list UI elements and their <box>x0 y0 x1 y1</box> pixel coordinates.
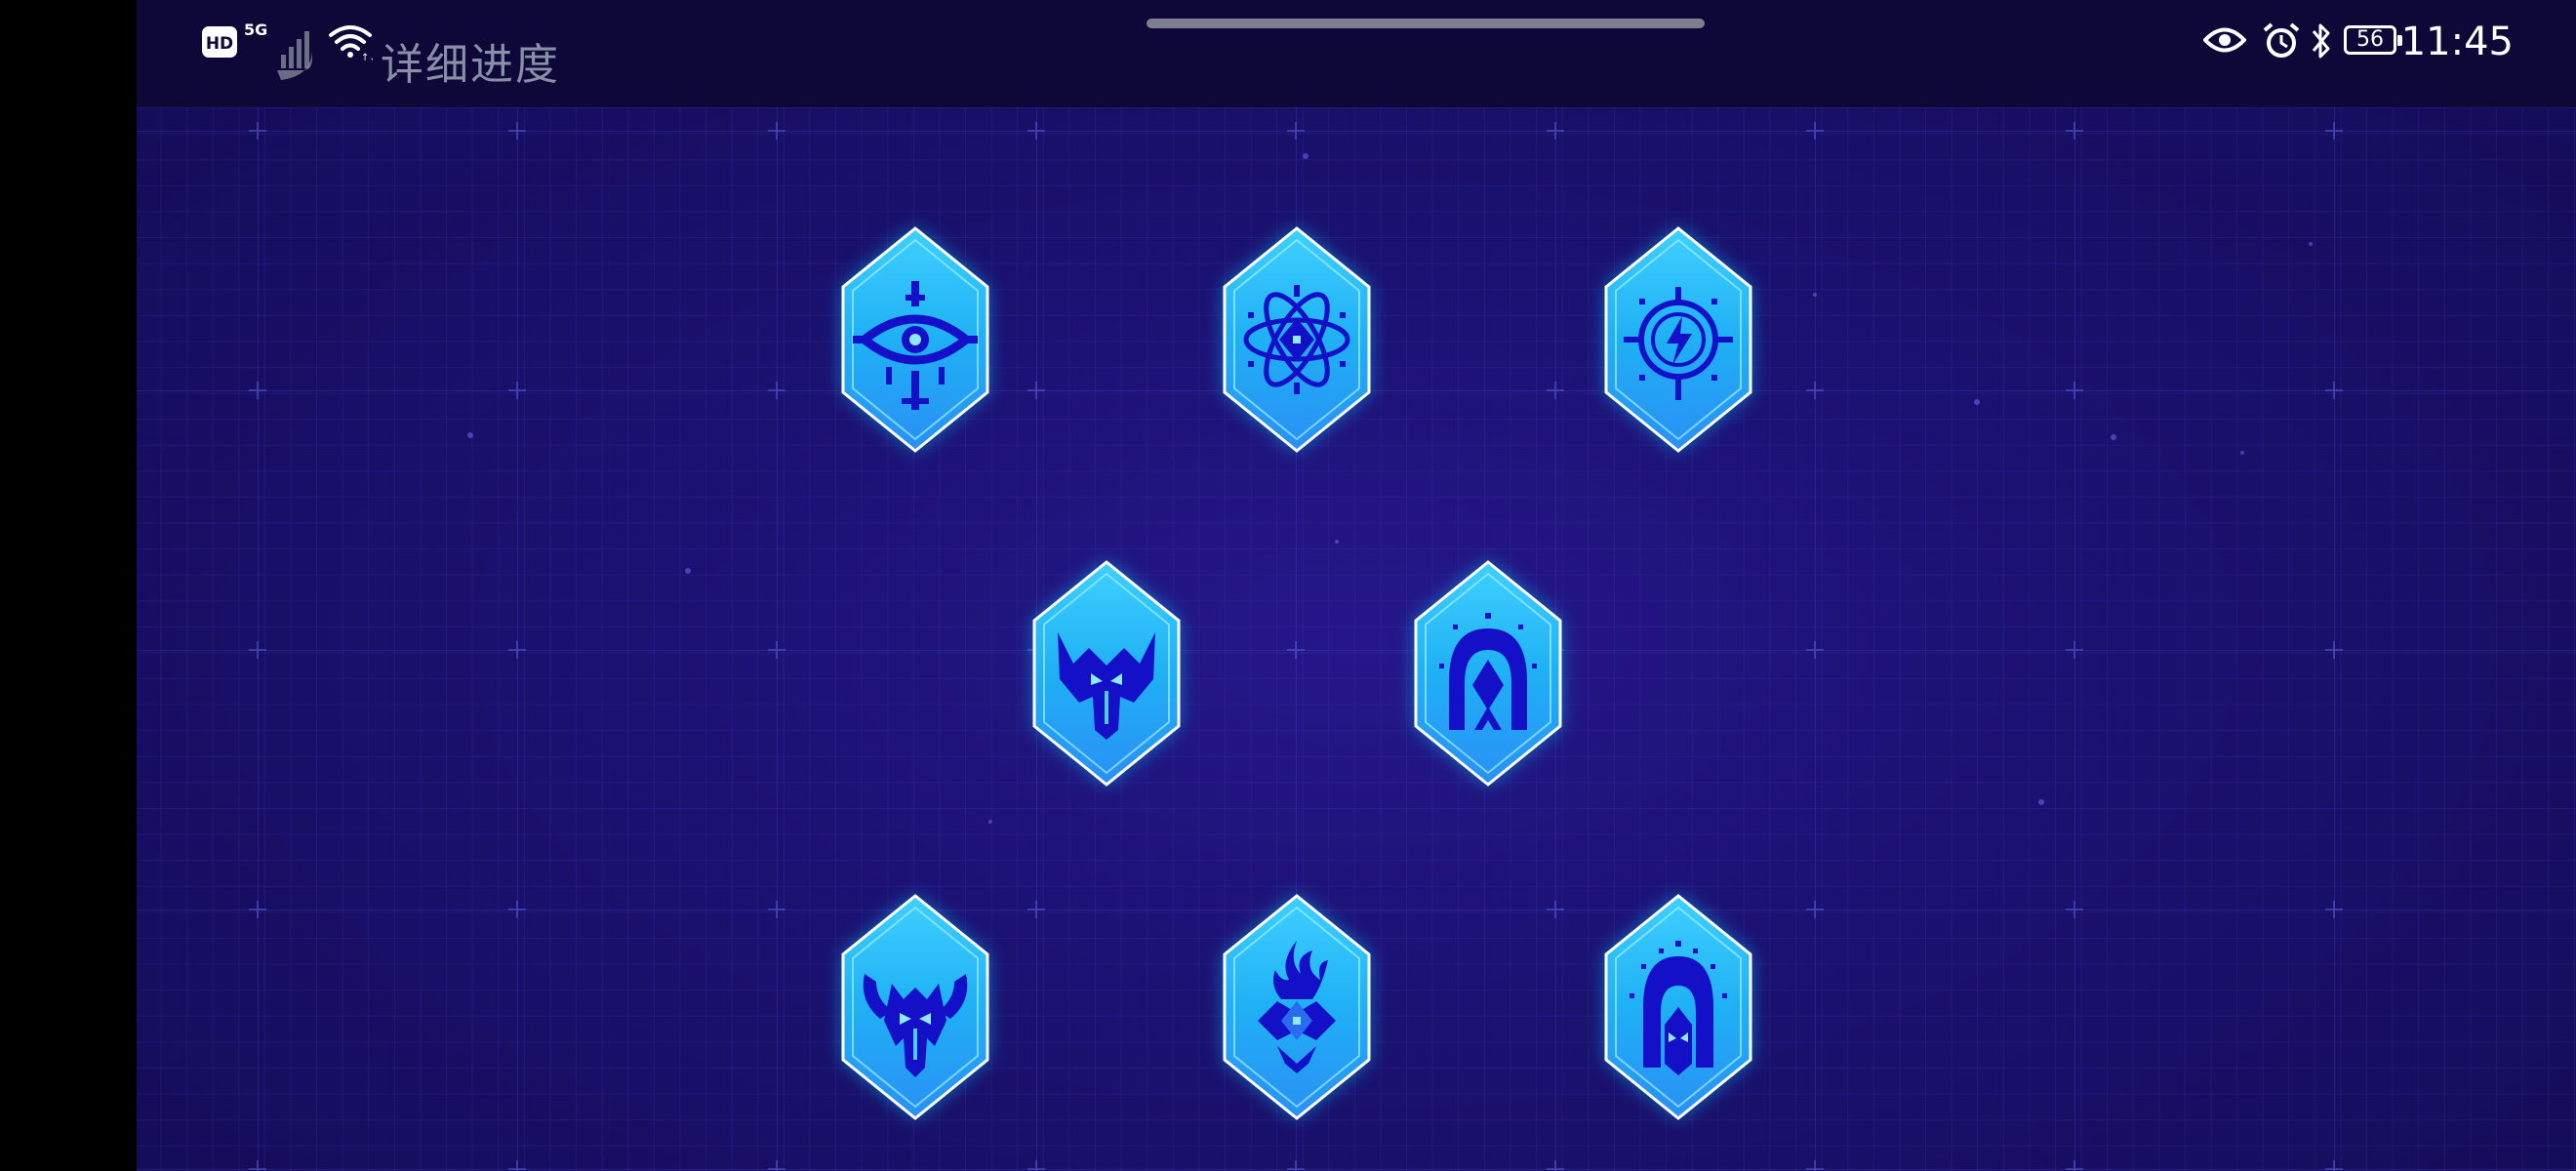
svg-text:HD: HD <box>206 34 233 54</box>
status-bar: HD 5G ↑↓ 详细进度 <box>137 0 2576 107</box>
arch-emblem-icon <box>1414 560 1562 787</box>
hd-icon: HD <box>202 26 237 58</box>
flame-emblem-icon <box>1223 894 1371 1120</box>
wifi-icon: ↑↓ <box>329 25 373 61</box>
badge-arch[interactable] <box>1410 558 1566 788</box>
badge-horned-helm[interactable] <box>1028 558 1185 788</box>
badge-eye[interactable] <box>837 224 993 455</box>
5g-signal-icon: 5G <box>244 20 312 80</box>
badge-bolt[interactable] <box>1600 224 1756 455</box>
gesture-handle[interactable] <box>1147 19 1705 28</box>
svg-text:↑↓: ↑↓ <box>361 53 373 61</box>
eye-comfort-icon <box>2203 27 2246 53</box>
game-screen: HD 5G ↑↓ 详细进度 <box>137 0 2576 1171</box>
screen-bezel <box>0 0 137 1171</box>
page-title: 详细进度 <box>381 40 560 90</box>
battery-icon: 56 <box>2344 25 2402 55</box>
badge-flame[interactable] <box>1219 892 1375 1122</box>
mask-emblem-icon <box>1604 894 1752 1120</box>
badge-atom[interactable] <box>1219 224 1375 455</box>
badge-horned-demon[interactable] <box>837 892 993 1122</box>
badge-mask[interactable] <box>1600 892 1756 1122</box>
svg-text:5G: 5G <box>244 20 267 39</box>
clock-time: 11:45 <box>2400 20 2514 64</box>
atom-emblem-icon <box>1223 226 1371 453</box>
lightning-emblem-icon <box>1604 226 1752 453</box>
horned-demon-emblem-icon <box>841 894 989 1120</box>
horned-helmet-emblem-icon <box>1032 560 1181 787</box>
eye-emblem-icon <box>841 226 989 453</box>
bluetooth-icon <box>2312 23 2330 59</box>
alarm-icon <box>2263 22 2300 58</box>
